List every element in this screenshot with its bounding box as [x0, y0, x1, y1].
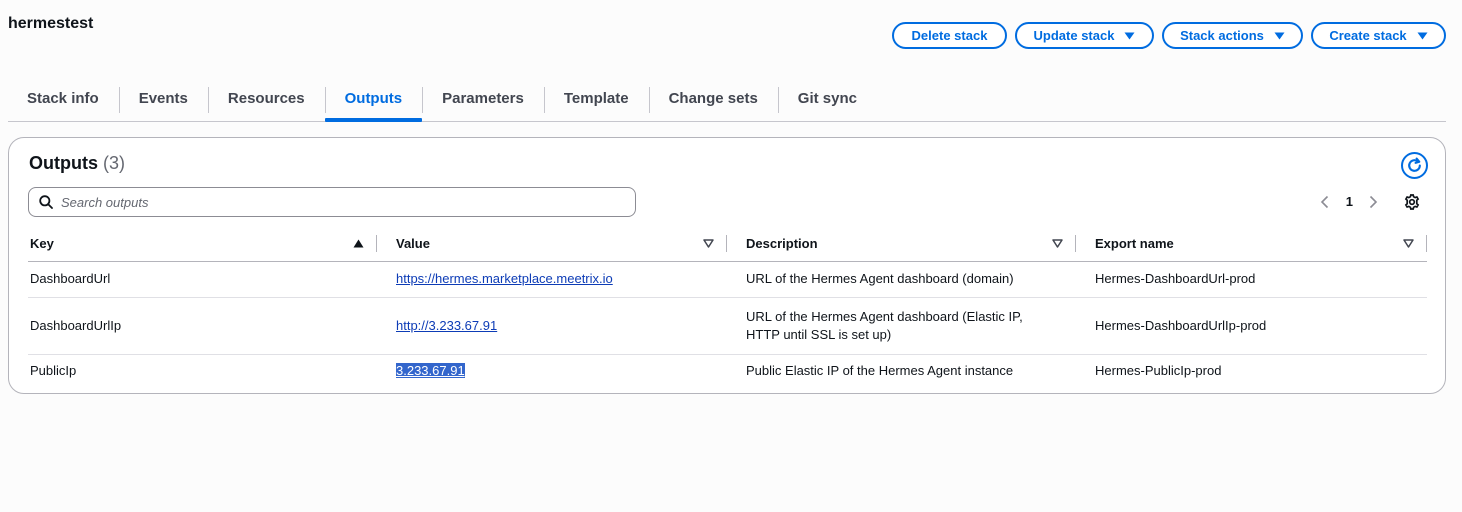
refresh-icon — [1408, 157, 1421, 172]
column-header-value[interactable]: Value — [377, 227, 727, 262]
gear-icon — [1404, 194, 1420, 210]
pagination: 1 — [1320, 194, 1379, 209]
output-export-name: Hermes-DashboardUrl-prod — [1076, 261, 1427, 298]
outputs-title-text: Outputs — [29, 153, 98, 173]
update-stack-label: Update stack — [1033, 28, 1115, 43]
search-outputs-field[interactable] — [28, 187, 636, 217]
page-number[interactable]: 1 — [1346, 194, 1353, 209]
search-outputs-input[interactable] — [61, 194, 621, 210]
delete-stack-button[interactable]: Delete stack — [892, 22, 1007, 49]
tab-template[interactable]: Template — [543, 85, 649, 121]
output-value-link[interactable]: http://3.233.67.91 — [396, 318, 497, 333]
outputs-title: Outputs (3) — [29, 153, 125, 174]
table-row: PublicIp 3.233.67.91 Public Elastic IP o… — [28, 354, 1427, 388]
output-value-link[interactable]: https://hermes.marketplace.meetrix.io — [396, 271, 613, 286]
column-header-export-name[interactable]: Export name — [1076, 227, 1427, 262]
chevron-left-icon[interactable] — [1320, 195, 1330, 209]
output-description: URL of the Hermes Agent dashboard (domai… — [727, 261, 1076, 298]
create-stack-button[interactable]: Create stack — [1311, 22, 1446, 49]
sort-icon — [1052, 239, 1063, 248]
stack-actions-button[interactable]: Stack actions — [1162, 22, 1303, 49]
output-value-cell: http://3.233.67.91 — [377, 297, 727, 355]
table-row: DashboardUrl https://hermes.marketplace.… — [28, 261, 1427, 298]
output-export-name: Hermes-PublicIp-prod — [1095, 363, 1222, 379]
output-key: DashboardUrlIp — [28, 297, 377, 355]
output-description: URL of the Hermes Agent dashboard (Elast… — [727, 297, 1076, 355]
table-preferences-button[interactable] — [1403, 193, 1421, 211]
column-header-value-label: Value — [396, 236, 430, 252]
update-stack-button[interactable]: Update stack — [1015, 22, 1154, 49]
sort-ascending-icon — [353, 239, 364, 248]
outputs-count: (3) — [103, 153, 126, 173]
stack-title: hermestest — [8, 15, 94, 32]
column-header-key-label: Key — [30, 236, 54, 252]
tab-parameters[interactable]: Parameters — [422, 85, 544, 121]
output-key: PublicIp — [30, 363, 77, 379]
output-value-text-selected[interactable]: 3.233.67.91 — [396, 363, 465, 379]
output-description: Public Elastic IP of the Hermes Agent in… — [746, 363, 1014, 379]
table-row: DashboardUrlIp http://3.233.67.91 URL of… — [28, 297, 1427, 355]
tab-change-sets[interactable]: Change sets — [648, 85, 778, 121]
output-key: DashboardUrl — [28, 261, 377, 298]
stack-header-actions: Delete stack Update stack Stack actions … — [892, 22, 1446, 49]
caret-down-icon — [1274, 32, 1285, 40]
search-icon — [39, 195, 53, 209]
outputs-table: Key Value Description Export name Dashbo… — [28, 227, 1427, 388]
tab-events[interactable]: Events — [118, 85, 208, 121]
tab-stack-info[interactable]: Stack info — [8, 85, 119, 121]
output-value-cell: https://hermes.marketplace.meetrix.io — [377, 261, 727, 298]
column-divider — [1426, 235, 1427, 252]
delete-stack-label: Delete stack — [911, 28, 988, 43]
sort-icon — [703, 239, 714, 248]
tab-git-sync[interactable]: Git sync — [777, 85, 877, 121]
caret-down-icon — [1417, 32, 1428, 40]
chevron-right-icon[interactable] — [1369, 195, 1379, 209]
tab-resources[interactable]: Resources — [207, 85, 325, 121]
table-header-row: Key Value Description Export name — [28, 227, 1427, 262]
output-export-name: Hermes-DashboardUrlIp-prod — [1076, 297, 1427, 355]
caret-down-icon — [1124, 32, 1135, 40]
stack-actions-label: Stack actions — [1180, 28, 1264, 43]
tab-outputs[interactable]: Outputs — [324, 85, 423, 122]
output-value-cell: 3.233.67.91 — [377, 354, 727, 388]
outputs-panel: Outputs (3) 1 — [8, 137, 1446, 394]
stack-tabs: Stack info Events Resources Outputs Para… — [8, 85, 1446, 122]
column-header-description[interactable]: Description — [727, 227, 1076, 262]
refresh-button[interactable] — [1401, 152, 1428, 179]
column-header-description-label: Description — [746, 236, 818, 252]
create-stack-label: Create stack — [1329, 28, 1407, 43]
sort-icon — [1403, 239, 1414, 248]
column-header-key[interactable]: Key — [28, 227, 377, 262]
column-header-export-name-label: Export name — [1095, 236, 1174, 252]
